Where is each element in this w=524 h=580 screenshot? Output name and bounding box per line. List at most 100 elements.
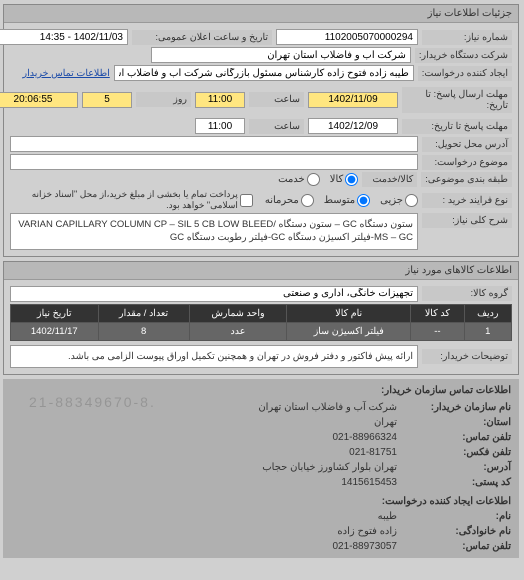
deadline-send-date[interactable] [309,92,399,108]
cell-name: فیلتر اکسیژن ساز [288,322,412,340]
radio-pt-low-label: جزیی [381,195,404,206]
table-header: ردیف کد کالا نام کالا واحد شمارش تعداد /… [12,304,513,322]
radio-pt-sec[interactable]: محرمانه [266,194,315,207]
goods-service-radio: کالا خدمت [279,173,359,186]
buyer-contact-link[interactable]: اطلاعات تماس خریدار [24,68,111,79]
time-remaining [0,92,79,108]
delivery-addr-input[interactable] [11,136,419,152]
th-code: کد کالا [412,304,465,322]
province-val: تهران [375,415,398,430]
radio-pt-mid[interactable]: متوسط [325,194,371,207]
phone2-line: تلفن تماس: 021-88973057 [12,539,512,554]
time-label-2: ساعت [250,119,305,134]
th-date: تاریخ نیاز [12,304,100,322]
row-req-number: شماره نیاز: تاریخ و ساعت اعلان عمومی: [11,29,513,45]
radio-goods-label: کالا [331,174,345,185]
goods-service-label: کالا/خدمت [363,172,418,187]
items-panel: اطلاعات کالاهای مورد نیاز گروه کالا: ردی… [4,261,520,375]
radio-service-label: خدمت [279,174,306,185]
row-goods-group: گروه کالا: [11,286,513,302]
phone1-label: تلفن تماس: [402,430,512,445]
purchase-type-label: نوع فرایند خرید : [423,193,513,208]
time-label-1: ساعت [250,92,305,107]
request-subject-input[interactable] [11,154,419,170]
items-table: ردیف کد کالا نام کالا واحد شمارش تعداد /… [11,304,513,341]
th-name: نام کالا [288,304,412,322]
delivery-addr-label: آدرس محل تحویل: [423,137,513,152]
radio-pt-sec-input[interactable] [302,194,315,207]
deadline-resp-date[interactable] [309,118,399,134]
address-label: آدرس: [402,460,512,475]
radio-goods-input[interactable] [346,173,359,186]
name-val: طیبه [379,509,398,524]
radio-service[interactable]: خدمت [279,173,321,186]
surname-line: نام خانوادگی:زاده فتوح زاده [12,524,512,539]
cell-date: 1402/11/17 [12,322,100,340]
row-deadline-send: مهلت ارسال پاسخ: تا تاریخ: ساعت روز ساعت… [11,83,513,116]
radio-goods[interactable]: کالا [331,173,360,186]
phone1-line: تلفن تماس: 021-88966324 [12,430,512,445]
items-panel-title: اطلاعات کالاهای مورد نیاز [5,262,519,280]
public-announce-input[interactable] [0,29,129,45]
deadline-resp-time[interactable] [196,118,246,134]
postal-line: کد پستی: 1415615453 [12,475,512,490]
request-subject-label: موضوع درخواست: [423,155,513,170]
requester-input[interactable] [115,65,415,81]
general-desc-box: ستون دستگاه GC – ستون دستگاه VARIAN CAPI… [11,213,419,250]
phone2-label: تلفن تماس: [402,539,512,554]
th-unit: واحد شمارش [190,304,288,322]
day-label: روز [137,92,192,107]
row-supply-code: طبقه بندی موضوعی: کالا/خدمت کالا خدمت [11,172,513,187]
deadline-send-time[interactable] [196,92,246,108]
days-left[interactable] [83,92,133,108]
main-body: شماره نیاز: تاریخ و ساعت اعلان عمومی: شر… [5,23,519,256]
fax-label: تلفن فکس: [402,445,512,460]
buyer-notes-label: توضیحات خریدار: [423,349,513,364]
radio-pt-low-input[interactable] [406,194,419,207]
row-purchase-type: نوع فرایند خرید : جزیی متوسط محرمانه پرد… [11,189,513,211]
th-row: ردیف [465,304,512,322]
phone2-val: 021-88973057 [333,539,398,554]
requester-label: ایجاد کننده درخواست: [419,66,513,81]
row-buyer-device: شرکت دستگاه خریدار: [11,47,513,63]
items-body: گروه کالا: ردیف کد کالا نام کالا واحد شم… [5,280,519,374]
buyer-device-input[interactable] [152,47,412,63]
radio-pt-low[interactable]: جزیی [381,194,419,207]
row-deadline-resp: مهلت پاسخ تا تاریخ: ساعت [11,118,513,134]
creator-section-title: اطلاعات ایجاد کننده درخواست: [12,494,512,509]
cell-code: -- [412,322,465,340]
postal-label: کد پستی: [402,475,512,490]
supply-code-label: طبقه بندی موضوعی: [422,172,513,187]
cell-unit: عدد [190,322,288,340]
payment-note-text: پرداخت تمام یا بخشی از مبلغ خرید،از محل … [11,189,239,211]
deadline-resp-label: مهلت پاسخ تا تاریخ: [403,119,513,134]
main-panel: جزئیات اطلاعات نیاز شماره نیاز: تاریخ و … [4,4,520,257]
address-line: آدرس:تهران بلوار کشاورز خیابان حجاب [12,460,512,475]
goods-group-input[interactable] [11,286,419,302]
phone1-val: 021-88966324 [333,430,398,445]
surname-label: نام خانوادگی: [402,524,512,539]
cell-row: 1 [465,322,512,340]
table-row[interactable]: 1 -- فیلتر اکسیژن ساز عدد 8 1402/11/17 [12,322,513,340]
row-delivery: آدرس محل تحویل: [11,136,513,152]
province-line: استان:تهران [12,415,512,430]
payment-note-check[interactable]: پرداخت تمام یا بخشی از مبلغ خرید،از محل … [11,189,254,211]
radio-pt-mid-label: متوسط [325,195,356,206]
public-announce-label: تاریخ و ساعت اعلان عمومی: [133,30,273,45]
radio-pt-mid-input[interactable] [358,194,371,207]
req-number-label: شماره نیاز: [423,30,513,45]
radio-pt-sec-label: محرمانه [266,195,300,206]
th-qty: تعداد / مقدار [99,304,190,322]
postal-val: 1415615453 [342,475,398,490]
deadline-send-label: مهلت ارسال پاسخ: تا تاریخ: [403,87,513,113]
purchase-type-radio: جزیی متوسط محرمانه [266,194,419,207]
buyer-device-label: شرکت دستگاه خریدار: [416,48,513,63]
org-name-label: نام سازمان خریدار: [402,400,512,415]
req-number-input[interactable] [277,29,419,45]
payment-checkbox[interactable] [241,194,254,207]
name-line: نام:طیبه [12,509,512,524]
radio-service-input[interactable] [308,173,321,186]
fax-val: 021-81751 [350,445,398,460]
row-general-desc: شرح کلی نیاز: ستون دستگاه GC – ستون دستگ… [11,213,513,250]
buyer-notes-box: ارائه پیش فاکتور و دفتر فروش در تهران و … [11,345,419,368]
